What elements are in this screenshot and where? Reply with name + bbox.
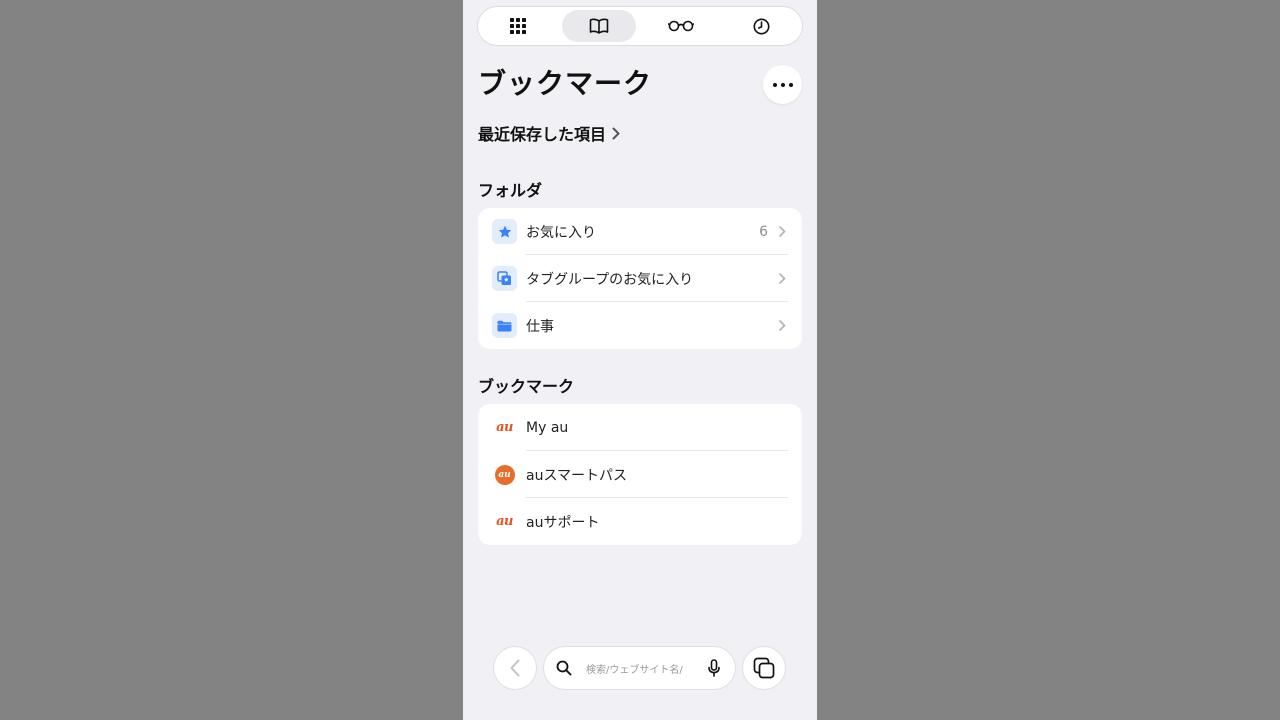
- star-icon: [492, 219, 517, 244]
- recently-saved-label: 最近保存した項目: [478, 125, 607, 144]
- tab-history[interactable]: [725, 10, 799, 42]
- folder-item-favorites[interactable]: お気に入り 6: [478, 208, 802, 255]
- bookmark-label: My au: [526, 419, 569, 436]
- bookmarks-list: au My au au auスマートパス au auサポート: [478, 404, 802, 545]
- chevron-right-icon: [612, 127, 620, 139]
- bookmarks-heading: ブックマーク: [478, 377, 575, 396]
- tab-group-star-icon: [492, 266, 517, 291]
- reading-list-glasses-icon: [667, 20, 694, 32]
- tabs-overview-icon: [753, 657, 775, 679]
- folder-icon: [492, 313, 517, 338]
- folder-count: 6: [759, 223, 768, 240]
- bookmark-item-my-au[interactable]: au My au: [478, 404, 802, 451]
- au-smartpass-icon: au: [492, 462, 517, 487]
- chevron-right-icon: [779, 273, 786, 284]
- search-input[interactable]: 検索/ウェブサイト名/: [544, 647, 735, 689]
- page-title: ブックマーク: [478, 67, 653, 100]
- au-logo-icon: au: [496, 514, 513, 529]
- tab-apps[interactable]: [481, 10, 555, 42]
- tab-bookmarks[interactable]: [562, 10, 637, 42]
- chevron-right-icon: [779, 226, 786, 237]
- apps-grid-icon: [510, 18, 526, 34]
- folder-label: お気に入り: [526, 224, 596, 241]
- au-logo-icon: au: [496, 420, 513, 435]
- search-icon: [556, 660, 572, 676]
- folder-item-tab-group-favorites[interactable]: タブグループのお気に入り: [478, 255, 802, 302]
- folders-heading: フォルダ: [478, 181, 543, 200]
- folders-list: お気に入り 6 タブグループのお気に入り 仕事: [478, 208, 802, 349]
- folder-label: 仕事: [526, 318, 554, 335]
- history-clock-icon: [753, 18, 770, 34]
- more-dots-icon: [772, 82, 793, 87]
- more-options-button[interactable]: [763, 65, 802, 104]
- bookmark-label: auサポート: [526, 514, 600, 531]
- bookmark-item-au-smartpass[interactable]: au auスマートパス: [478, 451, 802, 498]
- search-placeholder: 検索/ウェブサイト名/: [586, 664, 683, 676]
- microphone-icon[interactable]: [708, 659, 720, 677]
- back-chevron-icon: [510, 659, 520, 677]
- bookmark-item-au-support[interactable]: au auサポート: [478, 498, 802, 545]
- recently-saved-link[interactable]: 最近保存した項目: [478, 121, 620, 145]
- folder-item-work[interactable]: 仕事: [478, 302, 802, 349]
- bookmark-label: auスマートパス: [526, 467, 628, 484]
- bookmarks-book-icon: [590, 18, 609, 34]
- top-tab-bar: [478, 7, 802, 45]
- chevron-right-icon: [779, 320, 786, 331]
- tabs-overview-button[interactable]: [743, 647, 785, 689]
- bookmarks-panel: ブックマーク 最近保存した項目 フォルダ お気に入り 6 タブグループのお気に入…: [463, 0, 817, 720]
- tab-reading-list[interactable]: [644, 10, 718, 42]
- back-button[interactable]: [494, 647, 536, 689]
- folder-label: タブグループのお気に入り: [526, 271, 694, 288]
